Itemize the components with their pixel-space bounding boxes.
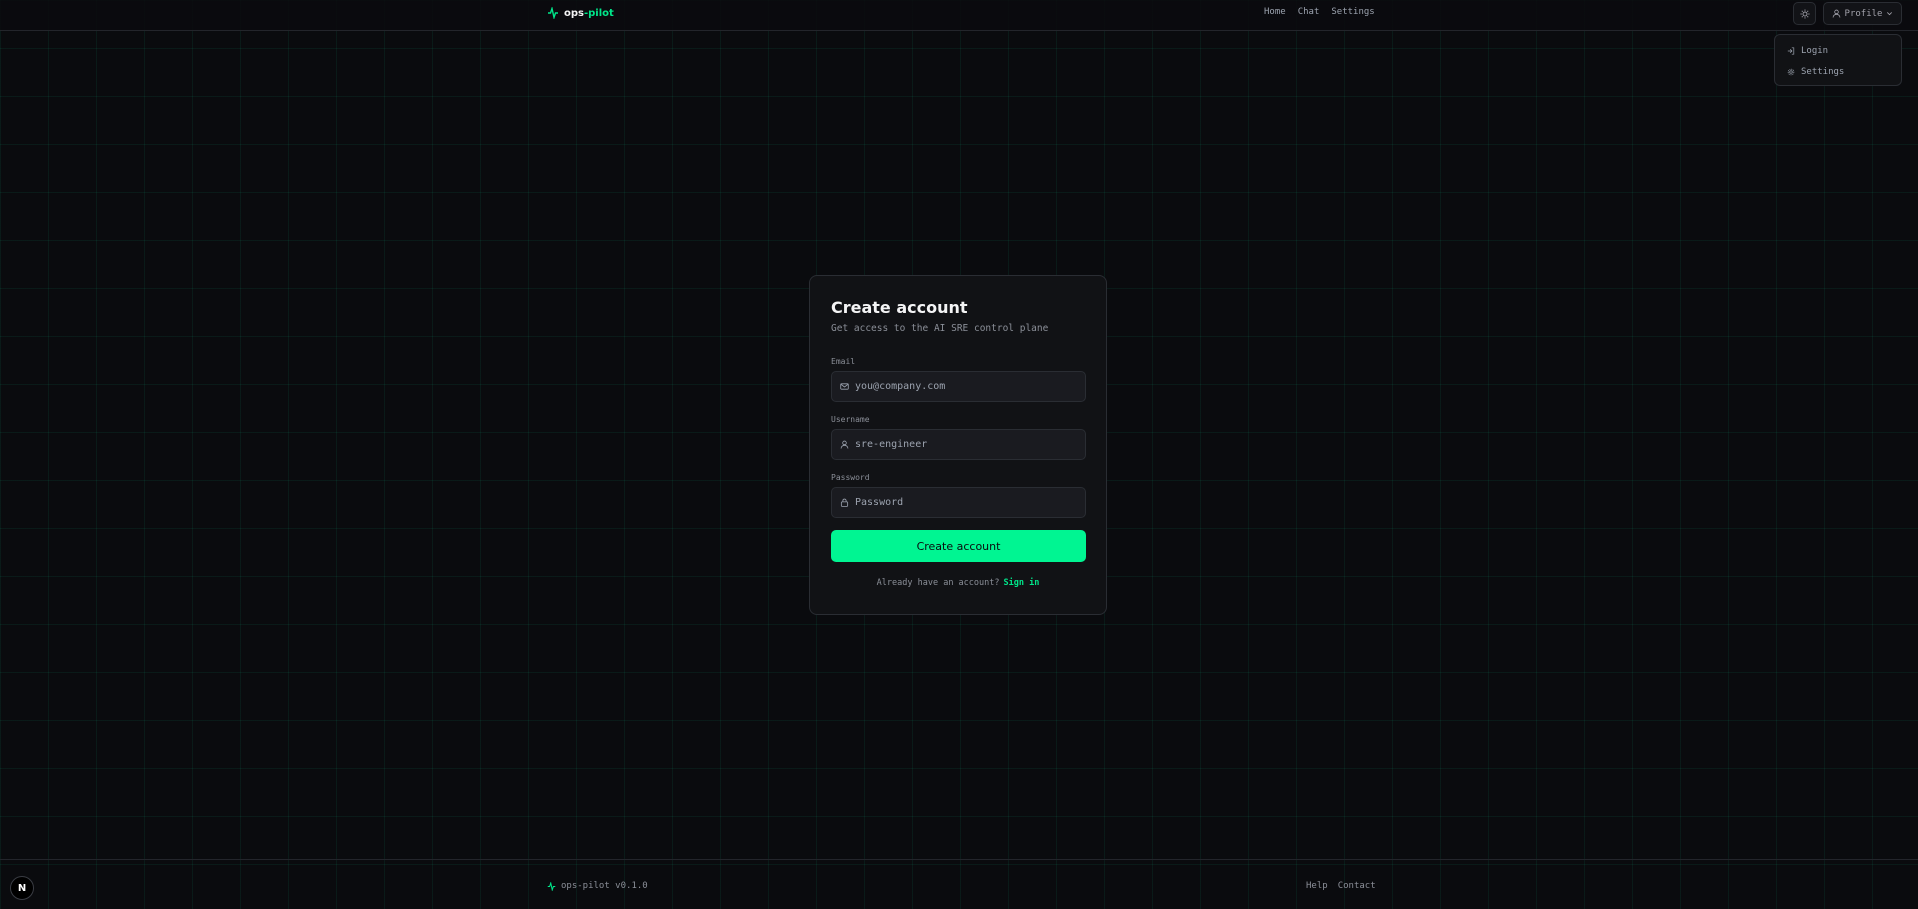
login-icon bbox=[1787, 46, 1795, 55]
profile-label: Profile bbox=[1844, 8, 1883, 19]
lock-icon bbox=[840, 498, 849, 507]
create-account-button[interactable]: Create account bbox=[831, 530, 1086, 562]
app-name: ops-pilot bbox=[564, 7, 614, 19]
signin-row: Already have an account? Sign in bbox=[831, 578, 1085, 588]
top-header: ops-pilot Home Chat Settings Profile bbox=[0, 0, 1918, 31]
gear-icon bbox=[1787, 68, 1795, 75]
signin-link[interactable]: Sign in bbox=[1004, 578, 1040, 588]
dropdown-item-label: Settings bbox=[1801, 66, 1845, 77]
page-footer: ops-pilot v0.1.0 Help Contact bbox=[0, 859, 1918, 909]
signup-card: Create account Get access to the AI SRE … bbox=[809, 275, 1107, 615]
footer-links: Help Contact bbox=[1306, 881, 1376, 891]
nav-home-link[interactable]: Home bbox=[1264, 7, 1286, 17]
main-nav: Home Chat Settings bbox=[1264, 7, 1375, 17]
username-input[interactable] bbox=[855, 439, 1075, 450]
user-icon bbox=[840, 440, 849, 449]
activity-icon bbox=[547, 881, 556, 891]
dev-tools-badge[interactable]: N bbox=[10, 876, 34, 900]
dropdown-item-label: Login bbox=[1801, 45, 1829, 56]
password-input[interactable] bbox=[855, 497, 1075, 508]
mail-icon bbox=[840, 383, 849, 390]
activity-icon bbox=[548, 7, 558, 19]
email-label: Email bbox=[831, 357, 856, 366]
username-label: Username bbox=[831, 415, 870, 424]
form-title: Create account bbox=[831, 298, 968, 317]
nav-settings-link[interactable]: Settings bbox=[1331, 7, 1374, 17]
sun-icon bbox=[1800, 9, 1809, 18]
footer-version: ops-pilot v0.1.0 bbox=[561, 881, 648, 891]
dropdown-item-login[interactable]: Login bbox=[1783, 40, 1893, 61]
signin-prompt: Already have an account? bbox=[876, 578, 1000, 588]
password-field-wrapper bbox=[831, 487, 1086, 518]
password-label: Password bbox=[831, 473, 870, 482]
footer-contact-link[interactable]: Contact bbox=[1338, 881, 1376, 891]
email-field-wrapper bbox=[831, 371, 1086, 402]
chevron-down-icon bbox=[1887, 12, 1893, 16]
form-subtitle: Get access to the AI SRE control plane bbox=[831, 323, 1049, 334]
username-field-wrapper bbox=[831, 429, 1086, 460]
theme-toggle-button[interactable] bbox=[1793, 2, 1816, 25]
footer-brand: ops-pilot v0.1.0 bbox=[547, 881, 648, 891]
email-input[interactable] bbox=[855, 381, 1075, 392]
profile-menu-button[interactable]: Profile bbox=[1823, 2, 1902, 25]
dropdown-item-settings[interactable]: Settings bbox=[1783, 61, 1893, 82]
user-icon bbox=[1832, 9, 1840, 18]
nav-chat-link[interactable]: Chat bbox=[1298, 7, 1320, 17]
app-logo[interactable]: ops-pilot bbox=[547, 6, 614, 20]
profile-dropdown: Login Settings bbox=[1774, 34, 1902, 86]
footer-help-link[interactable]: Help bbox=[1306, 881, 1328, 891]
